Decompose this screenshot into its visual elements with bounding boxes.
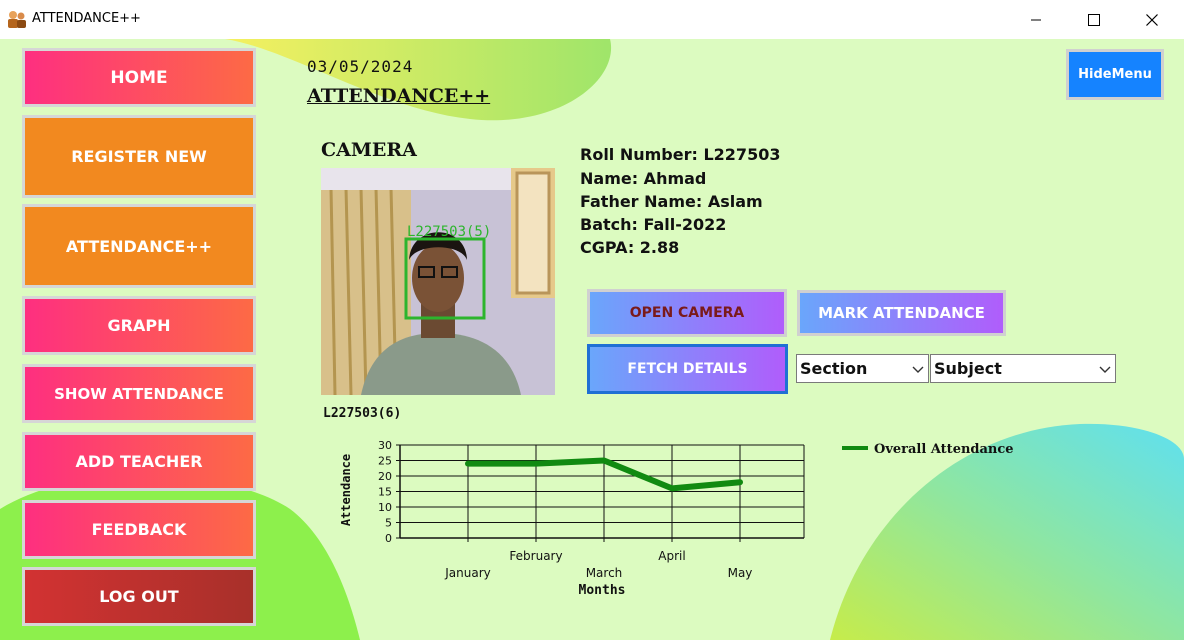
- sidebar-item-show-attendance[interactable]: SHOW ATTENDANCE: [22, 364, 256, 423]
- y-tick-label: 0: [385, 532, 392, 545]
- sidebar-item-label: ATTENDANCE++: [65, 236, 213, 256]
- sidebar-item-attendance[interactable]: ATTENDANCE++: [22, 204, 256, 288]
- camera-frame-image: L227503(5): [321, 168, 555, 395]
- cgpa: CGPA: 2.88: [580, 238, 680, 257]
- x-tick-label: January: [444, 566, 491, 580]
- legend-label: Overall Attendance: [874, 442, 1014, 457]
- current-date: 03/05/2024: [307, 57, 414, 76]
- y-tick-label: 30: [378, 439, 392, 452]
- window-title: ATTENDANCE++: [32, 11, 141, 26]
- page-title: ATTENDANCE++: [307, 85, 491, 107]
- student-name: Name: Ahmad: [580, 169, 707, 188]
- attendance-chart: 0 5 10 15 20 25 30 January February March April Ma…: [339, 439, 1014, 598]
- x-tick-labels: January February March April May: [444, 549, 752, 580]
- maximize-button[interactable]: [1065, 0, 1123, 39]
- roll-number: Roll Number: L227503: [580, 145, 781, 164]
- data-point: [670, 486, 674, 490]
- sidebar-item-label: GRAPH: [107, 316, 171, 335]
- sidebar-item-register-new[interactable]: REGISTER NEW: [22, 115, 256, 198]
- open-camera-button[interactable]: OPEN CAMERA: [587, 289, 787, 337]
- camera-label: CAMERA: [321, 139, 417, 161]
- chart-legend: Overall Attendance: [842, 442, 1014, 457]
- close-button[interactable]: [1123, 0, 1181, 39]
- x-tick-label: February: [509, 549, 562, 563]
- maximize-icon: [1088, 13, 1100, 26]
- y-tick-labels: 0 5 10 15 20 25 30: [378, 439, 392, 545]
- hide-menu-button[interactable]: HideMenu: [1066, 49, 1164, 100]
- face-id-overlay: L227503(5): [407, 224, 491, 240]
- father-name: Father Name: Aslam: [580, 192, 763, 211]
- title-bar: ATTENDANCE++: [0, 0, 1184, 39]
- data-point: [602, 459, 606, 462]
- x-tick-label: April: [658, 549, 685, 563]
- sidebar-item-label: ADD TEACHER: [75, 452, 203, 471]
- y-tick-label: 25: [378, 455, 392, 468]
- mark-attendance-button[interactable]: MARK ATTENDANCE: [797, 290, 1006, 336]
- sidebar-item-label: LOG OUT: [99, 587, 179, 606]
- chevron-down-icon: [912, 366, 924, 373]
- y-axis-label: Attendance: [339, 454, 353, 526]
- sidebar-item-label: REGISTER NEW: [71, 147, 207, 166]
- x-tick-label: May: [728, 566, 753, 580]
- data-point: [466, 462, 470, 466]
- subject-select[interactable]: Subject: [930, 354, 1116, 383]
- logout-button[interactable]: LOG OUT: [22, 567, 256, 626]
- app-icon: [8, 11, 26, 28]
- y-tick-label: 20: [378, 470, 392, 483]
- chevron-down-icon: [1099, 366, 1111, 373]
- sidebar-item-label: HOME: [110, 67, 168, 88]
- data-point: [738, 480, 742, 484]
- main-window: HOME REGISTER NEW ATTENDANCE++ GRAPH SHO…: [0, 39, 1184, 640]
- batch: Batch: Fall-2022: [580, 215, 727, 234]
- y-tick-label: 10: [378, 501, 392, 514]
- x-axis-label: Months: [579, 583, 626, 598]
- subject-select-value: Subject: [934, 359, 1002, 378]
- y-tick-label: 5: [385, 517, 392, 530]
- minimize-icon: [1031, 19, 1041, 20]
- sidebar-item-label: FEEDBACK: [91, 520, 187, 539]
- section-select-value: Section: [800, 359, 868, 378]
- sidebar-item-graph[interactable]: GRAPH: [22, 296, 256, 355]
- minimize-button[interactable]: [1007, 0, 1065, 39]
- camera-feed: L227503(5): [321, 168, 555, 395]
- sidebar-item-home[interactable]: HOME: [22, 48, 256, 107]
- data-point: [534, 462, 538, 466]
- sidebar-item-feedback[interactable]: FEEDBACK: [22, 500, 256, 559]
- x-tick-label: March: [586, 566, 623, 580]
- sidebar-item-add-teacher[interactable]: ADD TEACHER: [22, 432, 256, 491]
- camera-caption: L227503(6): [323, 406, 402, 421]
- section-select[interactable]: Section: [796, 354, 929, 383]
- fetch-details-button[interactable]: FETCH DETAILS: [587, 344, 788, 394]
- close-icon: [1146, 13, 1158, 26]
- y-tick-label: 15: [378, 486, 392, 499]
- sidebar-item-label: SHOW ATTENDANCE: [54, 384, 224, 403]
